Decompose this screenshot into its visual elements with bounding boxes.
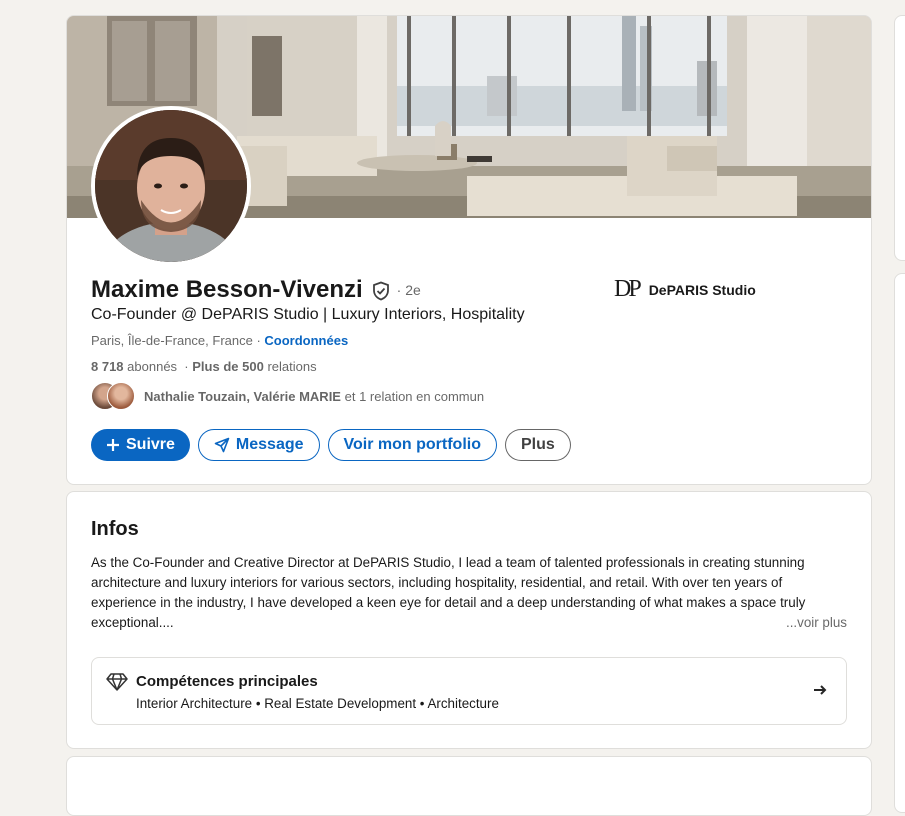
follow-button[interactable]: Suivre: [91, 429, 190, 461]
profile-location: Paris, Île-de-France, France · Coordonné…: [91, 333, 348, 348]
company-logo: DP: [614, 276, 642, 302]
mutual-avatars: [91, 382, 137, 410]
right-rail-card: [894, 15, 905, 261]
profile-actions: Suivre Message Voir mon portfolio Plus: [91, 429, 571, 461]
see-more-link[interactable]: ...voir plus: [781, 613, 847, 633]
company-name: DePARIS Studio: [648, 281, 756, 298]
contact-info-link[interactable]: Coordonnées: [264, 333, 348, 348]
message-button[interactable]: Message: [197, 429, 320, 461]
message-label: Message: [235, 436, 304, 453]
follow-label: Suivre: [126, 436, 175, 453]
current-company[interactable]: DP DePARIS Studio: [614, 276, 756, 303]
plus-icon: [106, 438, 120, 452]
portfolio-button[interactable]: Voir mon portfolio: [327, 429, 497, 461]
mutual-rest: et 1 relation en commun: [344, 388, 485, 404]
profile-name: Maxime Besson-Vivenzi: [91, 276, 363, 303]
send-icon: [214, 437, 230, 453]
verified-shield-icon[interactable]: [371, 280, 391, 301]
right-rail-card: [894, 273, 905, 813]
connections-count[interactable]: Plus de 500: [192, 359, 264, 374]
connection-degree: · 2e: [396, 282, 421, 298]
profile-avatar[interactable]: [91, 106, 251, 266]
skills-title: Compétences principales: [136, 673, 318, 690]
skills-list: Interior Architecture • Real Estate Deve…: [136, 696, 499, 711]
more-label: Plus: [520, 436, 555, 453]
profile-headline: Co-Founder @ DePARIS Studio | Luxury Int…: [91, 306, 525, 323]
profile-stats: 8 718 abonnés · Plus de 500 relations: [91, 359, 317, 374]
connections-label[interactable]: relations: [267, 359, 316, 374]
next-section-card: [66, 756, 872, 816]
followers-count: 8 718: [91, 359, 124, 374]
portfolio-label: Voir mon portfolio: [343, 436, 481, 453]
diamond-icon: [106, 672, 128, 697]
more-button[interactable]: Plus: [504, 429, 571, 461]
about-text: As the Co-Founder and Creative Director …: [91, 555, 806, 630]
mutual-avatar: [107, 382, 135, 410]
about-title: Infos: [91, 518, 139, 540]
location-text: Paris, Île-de-France, France ·: [91, 333, 261, 348]
mutual-connections[interactable]: Nathalie Touzain, Valérie MARIE et 1 rel…: [91, 382, 484, 410]
arrow-right-icon[interactable]: [812, 682, 828, 703]
stats-separator: ·: [184, 359, 189, 374]
top-skills[interactable]: Compétences principales Interior Archite…: [91, 657, 847, 725]
profile-card: Maxime Besson-Vivenzi · 2e Co-Founder @ …: [66, 15, 872, 485]
followers-label: abonnés: [127, 359, 178, 374]
profile-name-row: Maxime Besson-Vivenzi · 2e: [91, 276, 421, 304]
about-card: Infos As the Co-Founder and Creative Dir…: [66, 491, 872, 749]
mutual-names: Nathalie Touzain, Valérie MARIE: [144, 388, 341, 404]
